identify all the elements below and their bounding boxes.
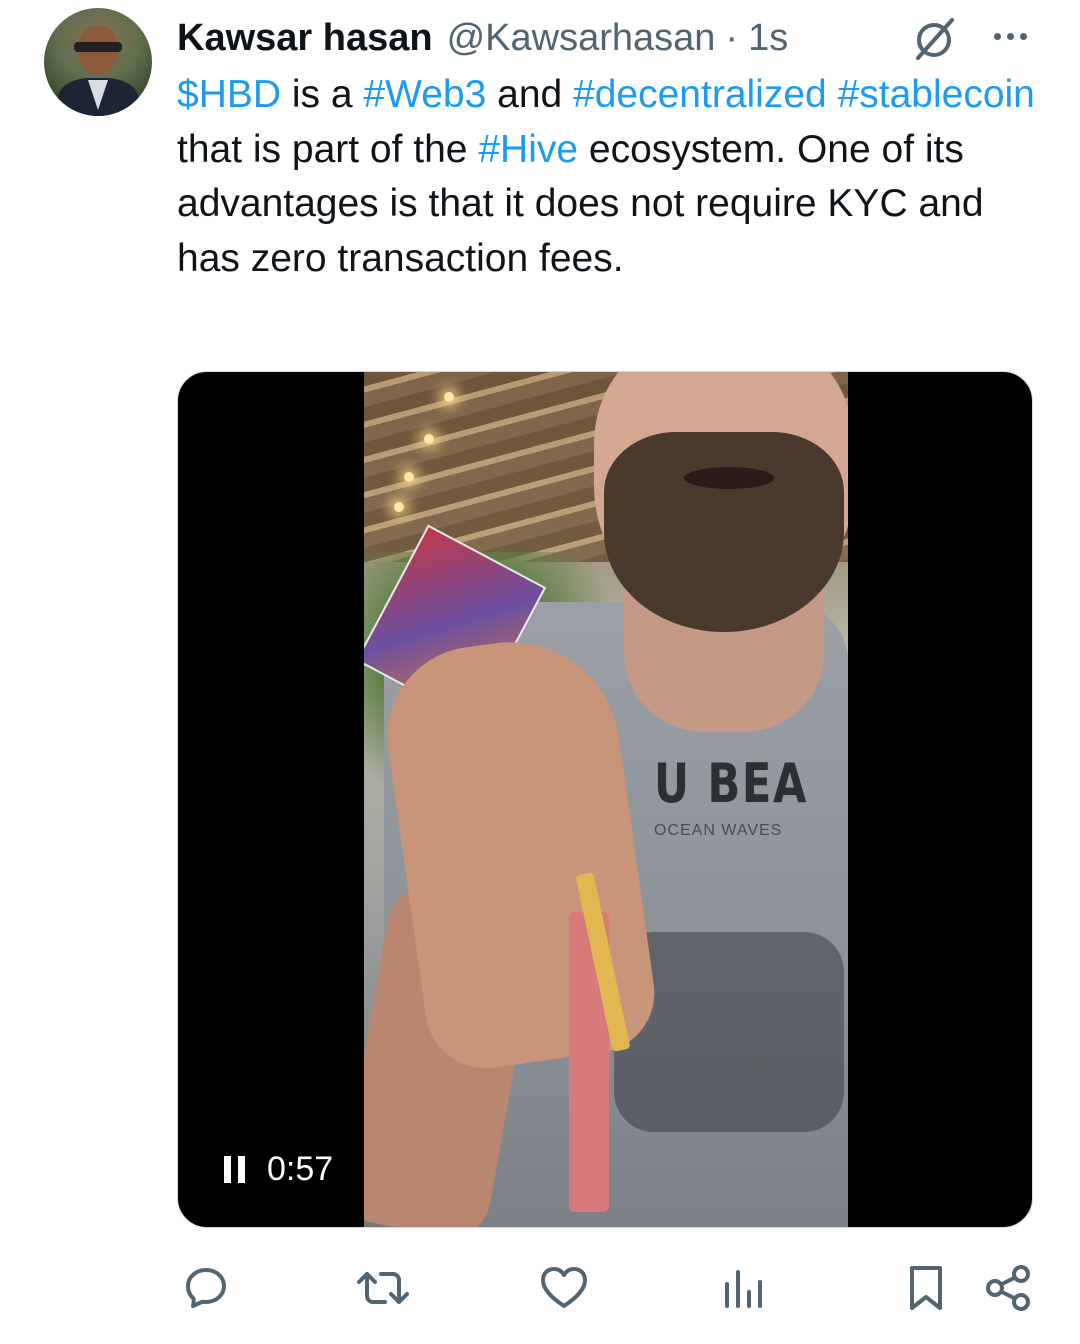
tweet-text: $HBD is a #Web3 and #decentralized #stab… (177, 68, 1047, 286)
pause-icon[interactable] (224, 1156, 245, 1183)
hashtag-link[interactable]: #stablecoin (838, 73, 1035, 116)
like-icon (541, 1267, 587, 1308)
timestamp[interactable]: 1s (748, 17, 788, 60)
tweet-text-segment: is a (281, 73, 364, 116)
hashtag-link[interactable]: #Web3 (363, 73, 486, 116)
share-button[interactable] (979, 1258, 1039, 1318)
bookmark-button[interactable] (896, 1258, 956, 1318)
video-light (404, 472, 414, 482)
action-bar (0, 1258, 1080, 1318)
video-player[interactable]: U BEA OCEAN WAVES 0:57 (177, 371, 1033, 1228)
retweet-button[interactable] (353, 1258, 413, 1318)
tweet-header: Kawsar hasan @Kawsarhasan · 1s (177, 12, 788, 64)
avatar[interactable] (44, 8, 152, 116)
video-shirt-print: U BEA (654, 752, 808, 815)
bookmark-icon (910, 1266, 942, 1310)
hashtag-link[interactable]: #decentralized (573, 73, 827, 116)
share-icon (986, 1265, 1030, 1311)
video-light (424, 434, 434, 444)
tweet-text-segment: and (486, 73, 574, 116)
video-controls: 0:57 (224, 1150, 333, 1189)
video-light (444, 392, 454, 402)
author-handle[interactable]: @Kawsarhasan (447, 17, 716, 60)
views-icon (725, 1270, 762, 1308)
author-name[interactable]: Kawsar hasan (177, 17, 433, 60)
hashtag-link[interactable]: #Hive (478, 128, 578, 171)
reply-button[interactable] (176, 1258, 236, 1318)
avatar-glasses (74, 42, 122, 52)
video-shirt-subprint: OCEAN WAVES (654, 822, 783, 839)
video-beard (604, 432, 844, 632)
cashtag-link[interactable]: $HBD (177, 73, 281, 116)
reply-icon (186, 1268, 226, 1308)
grok-icon[interactable] (910, 14, 960, 64)
like-button[interactable] (534, 1258, 594, 1318)
video-frame: U BEA OCEAN WAVES (364, 372, 848, 1227)
video-mouth (684, 467, 774, 489)
tweet-text-segment: that is part of the (177, 127, 479, 171)
separator-dot: · (725, 16, 739, 59)
retweet-icon (357, 1272, 409, 1304)
more-options-icon[interactable] (985, 16, 1035, 56)
views-button[interactable] (714, 1258, 774, 1318)
tweet-text-segment (827, 73, 838, 116)
video-duration: 0:57 (267, 1150, 334, 1188)
video-light (394, 502, 404, 512)
